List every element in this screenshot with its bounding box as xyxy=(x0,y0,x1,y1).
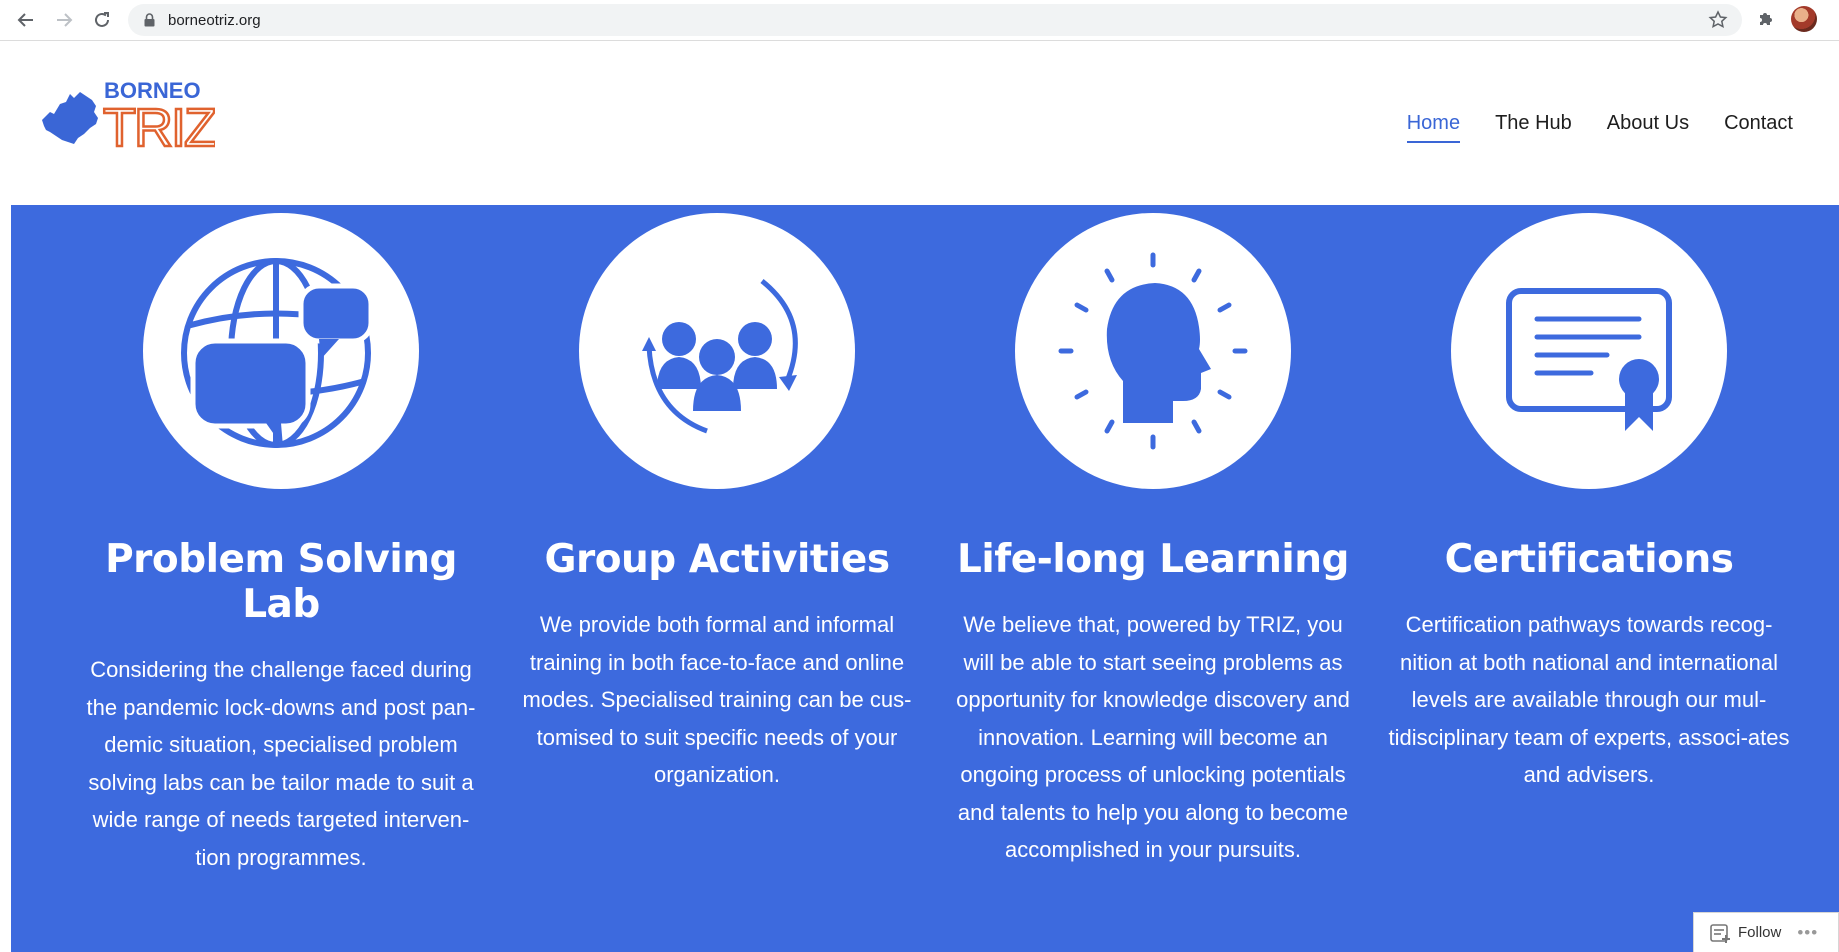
nav-home[interactable]: Home xyxy=(1406,112,1461,143)
extensions-puzzle-icon[interactable] xyxy=(1756,9,1776,34)
reload-icon[interactable] xyxy=(90,8,114,32)
follow-label: Follow xyxy=(1738,924,1782,941)
feature-icon-circle xyxy=(1015,213,1291,489)
feature-description: Considering the challenge faced during t… xyxy=(86,657,476,870)
forward-arrow-icon[interactable] xyxy=(52,8,76,32)
main-navigation: Home The Hub About Us Contact xyxy=(1406,112,1793,143)
profile-avatar[interactable] xyxy=(1791,6,1817,32)
feature-description: We provide both formal and informal trai… xyxy=(522,612,912,787)
group-people-cycle-icon xyxy=(642,279,798,434)
feature-title: Problem Solving Lab xyxy=(105,537,457,627)
globe-chat-bubbles-icon xyxy=(181,258,374,448)
feature-group-activities: Group Activities We provide both formal … xyxy=(507,205,927,794)
feature-description: We believe that, powered by TRIZ, you wi… xyxy=(956,612,1350,862)
feature-title: Certifications xyxy=(1444,537,1734,582)
follow-reader-icon xyxy=(1710,923,1730,943)
more-options-icon[interactable]: ••• xyxy=(1797,923,1818,943)
back-arrow-icon[interactable] xyxy=(14,8,38,32)
feature-icon-circle xyxy=(579,213,855,489)
feature-title: Life-long Learning xyxy=(957,537,1349,582)
lock-icon xyxy=(144,13,155,32)
feature-life-long-learning: Life-long Learning We believe that, powe… xyxy=(943,205,1363,869)
site-logo[interactable]: BORNEO TRIZ xyxy=(40,78,219,159)
nav-contact[interactable]: Contact xyxy=(1724,112,1793,143)
feature-problem-solving-lab: Problem Solving Lab Considering the chal… xyxy=(71,205,491,876)
address-bar[interactable]: borneotriz.org xyxy=(128,4,1742,36)
nav-the-hub[interactable]: The Hub xyxy=(1495,112,1572,143)
feature-certifications: Certifications Certification pathways to… xyxy=(1379,205,1799,794)
feature-icon-circle xyxy=(1451,213,1727,489)
head-ideas-icon xyxy=(1058,252,1248,450)
feature-icon-circle xyxy=(143,213,419,489)
logo-line-2: TRIZ xyxy=(103,98,215,150)
feature-description: Certification pathways towards recog-nit… xyxy=(1388,612,1790,787)
borneo-island-icon xyxy=(42,92,98,144)
url-text: borneotriz.org xyxy=(168,12,261,29)
feature-title: Group Activities xyxy=(544,537,890,582)
follow-button[interactable]: Follow ••• xyxy=(1693,912,1839,952)
bookmark-star-icon[interactable] xyxy=(1708,10,1728,35)
nav-about-us[interactable]: About Us xyxy=(1607,112,1689,143)
certificate-ribbon-icon xyxy=(1506,288,1672,431)
features-section: Problem Solving Lab Considering the chal… xyxy=(11,205,1839,952)
browser-toolbar: borneotriz.org xyxy=(0,0,1839,41)
